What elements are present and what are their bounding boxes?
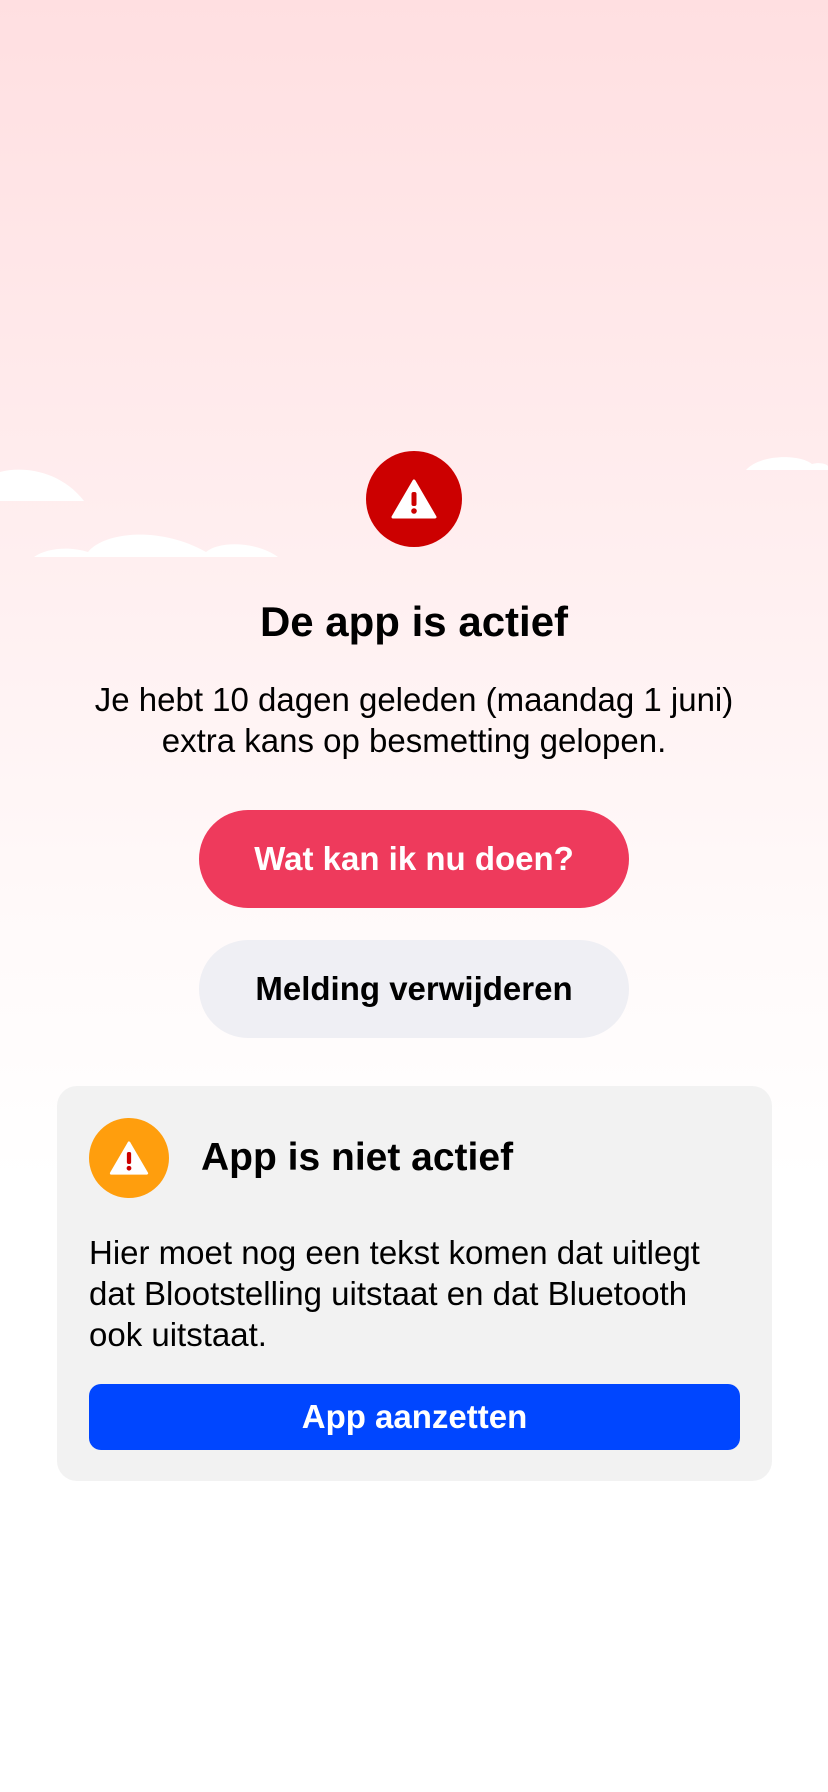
card-description: Hier moet nog een tekst komen dat uitleg… — [89, 1234, 700, 1353]
status-warning-badge — [89, 1118, 169, 1198]
page-title: De app is actief — [259, 598, 569, 645]
warning-icon — [109, 1141, 149, 1175]
card-title: App is niet actief — [201, 1136, 514, 1179]
warning-badge — [366, 451, 462, 547]
remove-notification-button[interactable]: Melding verwijderen — [199, 940, 629, 1038]
what-can-i-do-button[interactable]: Wat kan ik nu doen? — [199, 810, 629, 908]
notification-description: Je hebt 10 dagen geleden (maandag 1 juni… — [94, 681, 734, 759]
app-status-card: App is niet actief Hier moet nog een tek… — [57, 1086, 772, 1481]
enable-app-button[interactable]: App aanzetten — [89, 1384, 740, 1450]
warning-icon — [391, 479, 437, 519]
